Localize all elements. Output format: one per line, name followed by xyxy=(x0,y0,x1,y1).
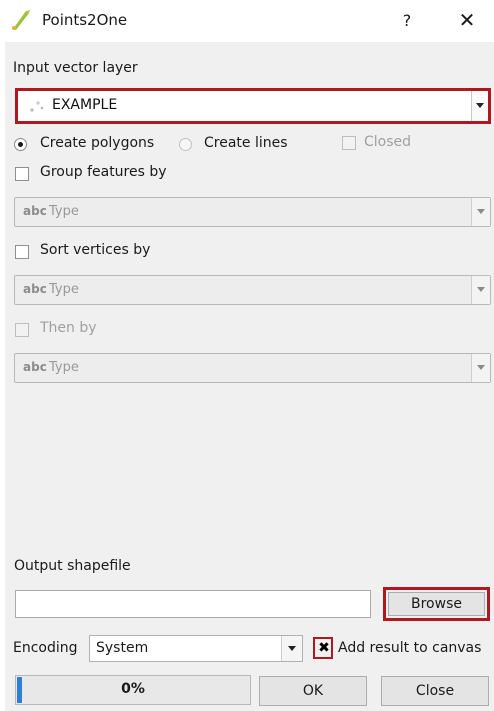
then-by-label: Then by xyxy=(40,320,97,336)
input-layer-value: EXAMPLE xyxy=(52,97,118,113)
group-features-label[interactable]: Group features by xyxy=(40,164,167,180)
sort-vertices-label[interactable]: Sort vertices by xyxy=(40,242,150,258)
progress-bar: 0% xyxy=(15,675,251,705)
browse-highlight: Browse xyxy=(383,587,490,621)
encoding-dropdown-button[interactable] xyxy=(281,636,302,661)
point-layer-icon xyxy=(30,101,44,112)
encoding-label: Encoding xyxy=(13,640,78,656)
encoding-combo[interactable]: System xyxy=(89,635,303,662)
help-button[interactable]: ? xyxy=(392,8,422,34)
create-polygons-label[interactable]: Create polygons xyxy=(40,135,154,151)
ok-button[interactable]: OK xyxy=(259,676,367,706)
encoding-value: System xyxy=(96,640,149,656)
string-field-icon: abc xyxy=(23,360,47,374)
dialog-body: Input vector layer EXAMPLE Create polygo… xyxy=(5,42,494,711)
window-title: Points2One xyxy=(42,11,128,29)
sort-field-combo[interactable]: abc Type xyxy=(14,275,491,305)
then-by-checkbox[interactable] xyxy=(15,323,29,337)
group-field-dropdown-button[interactable] xyxy=(471,198,490,226)
sort-vertices-checkbox[interactable] xyxy=(15,245,29,259)
then-by-dropdown-button[interactable] xyxy=(471,354,490,382)
chevron-down-icon xyxy=(477,365,485,370)
input-layer-combo[interactable]: EXAMPLE xyxy=(15,88,491,124)
output-shapefile-label: Output shapefile xyxy=(14,558,131,574)
points2one-app-icon xyxy=(12,10,30,30)
input-layer-label: Input vector layer xyxy=(13,60,138,76)
chevron-down-icon xyxy=(476,103,484,108)
title-bar: Points2One ? ✕ xyxy=(0,0,494,42)
add-to-canvas-checkbox[interactable]: ✖ xyxy=(313,637,333,659)
output-shapefile-input[interactable] xyxy=(15,590,371,618)
add-to-canvas-label[interactable]: Add result to canvas xyxy=(338,640,481,656)
group-field-value: Type xyxy=(49,204,79,219)
create-lines-label[interactable]: Create lines xyxy=(204,135,288,151)
closed-checkbox[interactable] xyxy=(342,136,356,150)
then-by-field-combo[interactable]: abc Type xyxy=(14,353,491,383)
chevron-down-icon xyxy=(288,646,296,651)
then-by-field-value: Type xyxy=(49,360,79,375)
string-field-icon: abc xyxy=(23,282,47,296)
chevron-down-icon xyxy=(477,287,485,292)
group-features-checkbox[interactable] xyxy=(15,167,29,181)
string-field-icon: abc xyxy=(23,204,47,218)
chevron-down-icon xyxy=(477,209,485,214)
window-close-button[interactable]: ✕ xyxy=(452,6,482,34)
create-lines-radio[interactable] xyxy=(179,138,192,151)
progress-text: 0% xyxy=(121,681,145,697)
create-polygons-radio[interactable] xyxy=(14,138,27,151)
sort-field-value: Type xyxy=(49,282,79,297)
group-field-combo[interactable]: abc Type xyxy=(14,197,491,227)
input-layer-dropdown-button[interactable] xyxy=(471,91,488,121)
sort-field-dropdown-button[interactable] xyxy=(471,276,490,304)
close-button[interactable]: Close xyxy=(381,676,489,706)
browse-button[interactable]: Browse xyxy=(388,592,485,616)
closed-label: Closed xyxy=(364,134,412,150)
checkmark-x-icon: ✖ xyxy=(318,640,330,656)
